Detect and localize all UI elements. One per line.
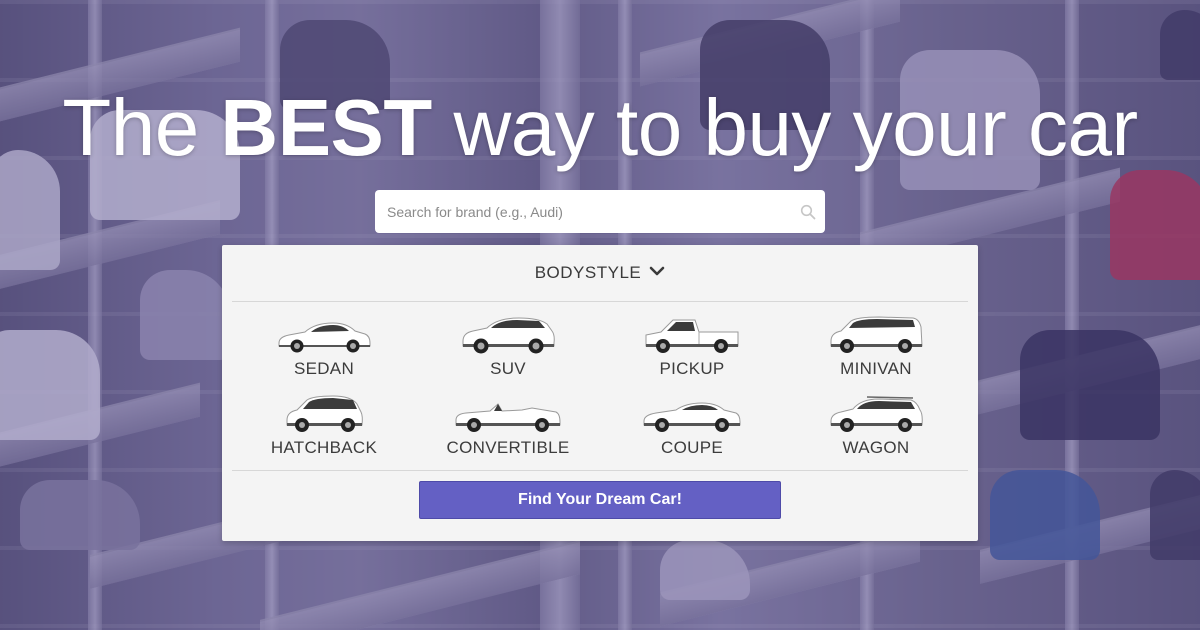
pickup-icon bbox=[643, 315, 741, 355]
bodystyle-dropdown-label: BODYSTYLE bbox=[534, 263, 642, 282]
minivan-icon bbox=[827, 315, 925, 355]
coupe-icon bbox=[640, 394, 744, 434]
headline-prefix: The bbox=[62, 83, 221, 172]
convertible-icon bbox=[452, 394, 564, 434]
chevron-down-icon bbox=[649, 264, 665, 282]
bodystyle-wagon[interactable]: WAGON bbox=[784, 394, 968, 474]
bodystyle-dropdown[interactable]: BODYSTYLE bbox=[232, 245, 968, 302]
sedan-icon bbox=[275, 315, 373, 355]
bodystyle-label: MINIVAN bbox=[840, 359, 912, 378]
hatchback-icon bbox=[275, 394, 373, 434]
bodystyle-label: CONVERTIBLE bbox=[446, 438, 570, 457]
bodystyle-label: SUV bbox=[490, 359, 526, 378]
bodystyle-panel: BODYSTYLE SEDAN SUV PICKUP MINIVAN HATCH… bbox=[222, 245, 978, 541]
bodystyle-pickup[interactable]: PICKUP bbox=[600, 315, 784, 394]
headline-suffix: way to buy your car bbox=[431, 83, 1139, 172]
find-dream-car-button[interactable]: Find Your Dream Car! bbox=[419, 481, 781, 519]
bodystyle-sedan[interactable]: SEDAN bbox=[232, 315, 416, 394]
bodystyle-label: SEDAN bbox=[293, 359, 355, 378]
search-input[interactable] bbox=[375, 190, 791, 233]
bodystyle-coupe[interactable]: COUPE bbox=[600, 394, 784, 474]
bodystyle-convertible[interactable]: CONVERTIBLE bbox=[416, 394, 600, 474]
bodystyle-label: HATCHBACK bbox=[270, 438, 378, 457]
bodystyle-label: COUPE bbox=[661, 438, 723, 457]
bodystyle-minivan[interactable]: MINIVAN bbox=[784, 315, 968, 394]
headline-emphasis: BEST bbox=[220, 83, 432, 172]
bodystyle-hatchback[interactable]: HATCHBACK bbox=[232, 394, 416, 474]
search-box bbox=[375, 190, 825, 233]
bodystyle-label: WAGON bbox=[842, 438, 910, 457]
bodystyle-label: PICKUP bbox=[659, 359, 725, 378]
page-title: The BEST way to buy your car bbox=[0, 80, 1200, 176]
suv-icon bbox=[459, 315, 557, 355]
search-icon[interactable] bbox=[791, 190, 825, 233]
bodystyle-suv[interactable]: SUV bbox=[416, 315, 600, 394]
wagon-icon bbox=[827, 394, 925, 434]
bodystyle-grid: SEDAN SUV PICKUP MINIVAN HATCHBACK CONVE… bbox=[222, 302, 978, 470]
